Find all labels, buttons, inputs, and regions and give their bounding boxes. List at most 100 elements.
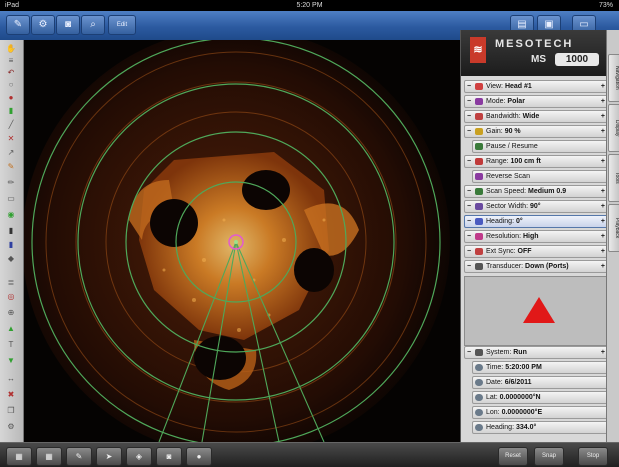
- target-icon[interactable]: ◎: [3, 292, 19, 302]
- plus-icon[interactable]: +: [601, 231, 605, 242]
- filter-icon[interactable]: ▼: [3, 356, 19, 366]
- minus-icon[interactable]: −: [467, 186, 471, 197]
- setting-row[interactable]: − Bandwidth: Wide +: [464, 110, 608, 123]
- cursor-icon[interactable]: ➤: [96, 447, 122, 466]
- minus-icon[interactable]: −: [467, 201, 471, 212]
- delete-icon[interactable]: ✖: [3, 390, 19, 400]
- magnifier-icon[interactable]: ⌕: [81, 15, 105, 35]
- plus-icon[interactable]: +: [601, 261, 605, 272]
- globe-icon: [475, 409, 483, 416]
- setting-row[interactable]: − Heading: 0° +: [464, 215, 608, 228]
- record-icon[interactable]: ●: [186, 447, 212, 466]
- minus-icon[interactable]: −: [467, 246, 471, 257]
- setting-label: Heading:: [486, 218, 515, 225]
- copy-icon[interactable]: ❐: [3, 406, 19, 416]
- zoom-icon[interactable]: ⊕: [3, 308, 19, 318]
- minus-icon[interactable]: −: [467, 231, 471, 242]
- system-icon: [475, 349, 483, 356]
- setting-row[interactable]: − Range: 100 cm ft +: [464, 155, 608, 168]
- setting-row[interactable]: − Mode: Polar +: [464, 95, 608, 108]
- minus-icon[interactable]: −: [467, 156, 471, 167]
- setting-row[interactable]: − Ext Sync: OFF +: [464, 245, 608, 258]
- add-point-icon[interactable]: ◉: [3, 210, 19, 220]
- arrow-tool-icon[interactable]: ↗: [3, 148, 19, 158]
- setting-row[interactable]: − Resolution: High +: [464, 230, 608, 243]
- setting-label: Transducer:: [486, 263, 524, 270]
- system-row[interactable]: − System: Run +: [464, 346, 608, 359]
- point-tool-icon[interactable]: ✕: [3, 134, 19, 144]
- setting-row[interactable]: − Transducer: Down (Ports) +: [464, 260, 608, 273]
- camera-icon[interactable]: ◙: [56, 15, 80, 35]
- line-tool-icon[interactable]: ╱: [3, 120, 19, 130]
- plus-icon[interactable]: +: [601, 186, 605, 197]
- grid-alt-icon[interactable]: ▦: [36, 447, 62, 466]
- plus-icon[interactable]: +: [601, 201, 605, 212]
- plus-icon[interactable]: +: [601, 347, 605, 358]
- pencil-icon[interactable]: ✏: [3, 178, 19, 188]
- marker-black-icon[interactable]: ▮: [3, 226, 19, 236]
- plus-icon[interactable]: +: [601, 126, 605, 137]
- setting-row[interactable]: − Scan Speed: Medium 0.9 +: [464, 185, 608, 198]
- measure-icon[interactable]: ↔: [3, 374, 19, 384]
- stop-button[interactable]: Stop: [578, 447, 608, 466]
- setting-label: Range:: [486, 158, 509, 165]
- setting-row[interactable]: − Gain: 90 % +: [464, 125, 608, 138]
- minus-icon[interactable]: −: [467, 111, 471, 122]
- camera-small-icon[interactable]: ◙: [156, 447, 182, 466]
- brush-icon[interactable]: ✎: [3, 162, 19, 172]
- plus-icon[interactable]: +: [601, 96, 605, 107]
- text-tool-icon[interactable]: T: [3, 340, 19, 350]
- wrench-icon[interactable]: ✎: [6, 15, 30, 35]
- heading-pointer-area: [464, 276, 608, 346]
- layers-icon[interactable]: ≣: [3, 278, 19, 288]
- setting-row[interactable]: − View: Head #1 +: [464, 80, 608, 93]
- grid-icon[interactable]: ▦: [6, 447, 32, 466]
- bookmark-icon[interactable]: ▮: [3, 240, 19, 250]
- app-screen: iPad 5:20 PM 73% ✎ ⚙ ◙ ⌕ Edit ▤ ▣ ▭ ✋ ≡ …: [0, 0, 619, 467]
- reset-button[interactable]: Reset: [498, 447, 528, 466]
- minus-icon[interactable]: −: [467, 81, 471, 92]
- waypoint-icon[interactable]: ▲: [3, 324, 19, 334]
- tab-navigation[interactable]: Navigation: [608, 54, 619, 102]
- minus-icon[interactable]: −: [467, 216, 471, 227]
- mark-icon[interactable]: ◈: [126, 447, 152, 466]
- list-icon[interactable]: ≡: [3, 56, 19, 66]
- setting-label: View:: [486, 83, 503, 90]
- plus-icon[interactable]: +: [601, 246, 605, 257]
- minus-icon[interactable]: −: [467, 261, 471, 272]
- tab-playback[interactable]: Playback: [608, 204, 619, 252]
- settings-small-icon[interactable]: ⚙: [3, 422, 19, 432]
- tab-display[interactable]: Display: [608, 104, 619, 152]
- marker-red-icon[interactable]: ●: [3, 93, 19, 103]
- tab-tools[interactable]: Tools: [608, 154, 619, 202]
- setting-value: High: [522, 233, 539, 240]
- snap-button[interactable]: Snap: [534, 447, 564, 466]
- circle-tool-icon[interactable]: ○: [3, 80, 19, 90]
- minus-icon[interactable]: −: [467, 347, 471, 358]
- ruler-icon[interactable]: ▭: [3, 194, 19, 204]
- plus-icon[interactable]: +: [601, 216, 605, 227]
- minus-icon[interactable]: −: [467, 96, 471, 107]
- marker-green-icon[interactable]: ▮: [3, 106, 19, 116]
- undo-icon[interactable]: ↶: [3, 68, 19, 78]
- readout-value: 0.0000000°N: [499, 394, 541, 401]
- battery-level: 73%: [598, 2, 613, 9]
- tag-icon[interactable]: ◆: [3, 254, 19, 264]
- edit-button[interactable]: Edit: [108, 15, 136, 35]
- setting-row[interactable]: Reverse Scan: [472, 170, 608, 183]
- reverse-icon: [475, 173, 483, 180]
- setting-row[interactable]: − Sector Width: 90° +: [464, 200, 608, 213]
- plus-icon[interactable]: +: [601, 156, 605, 167]
- readout-label: Date:: [486, 379, 503, 386]
- pen-icon[interactable]: ✎: [66, 447, 92, 466]
- minus-icon[interactable]: −: [467, 126, 471, 137]
- setting-label: Pause / Resume: [486, 143, 538, 150]
- sonar-display[interactable]: [24, 40, 460, 442]
- plus-icon[interactable]: +: [601, 111, 605, 122]
- gear-icon[interactable]: ⚙: [31, 15, 55, 35]
- readout-label: Heading:: [486, 424, 515, 431]
- plus-icon[interactable]: +: [601, 81, 605, 92]
- hand-icon[interactable]: ✋: [3, 44, 19, 54]
- mesotech-logo: ≋ MESOTECH MS 1000: [461, 30, 607, 76]
- setting-row[interactable]: Pause / Resume: [472, 140, 608, 153]
